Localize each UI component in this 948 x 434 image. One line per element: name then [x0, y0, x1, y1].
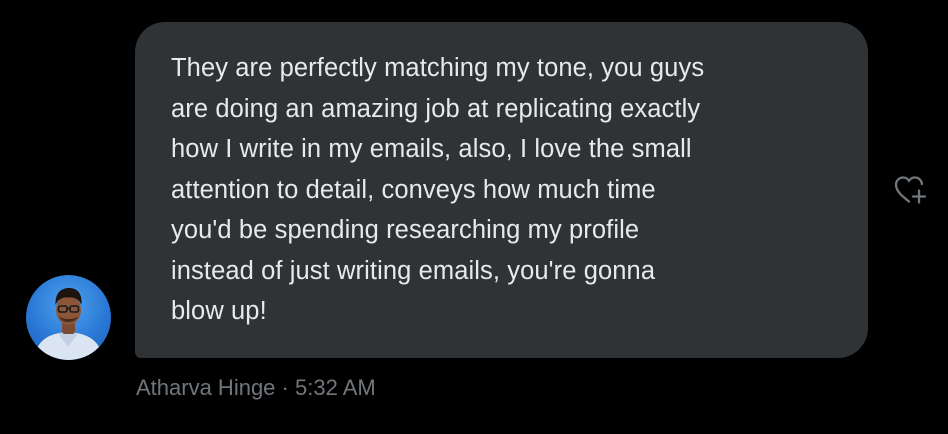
- message-bubble[interactable]: They are perfectly matching my tone, you…: [135, 22, 868, 358]
- sender-name[interactable]: Atharva Hinge: [136, 375, 275, 400]
- message-line: blow up!: [171, 297, 267, 325]
- message-text: They are perfectly matching my tone, you…: [171, 48, 832, 332]
- avatar-portrait-icon: [34, 288, 103, 360]
- message-time: 5:32 AM: [294, 375, 376, 400]
- message-line: instead of just writing emails, you're g…: [171, 256, 656, 285]
- message-line: how I write in my emails, also, I love t…: [171, 135, 692, 163]
- meta-separator: ·: [275, 375, 295, 400]
- add-reaction-button[interactable]: [892, 173, 928, 207]
- message-meta: Atharva Hinge · 5:32 AM: [136, 373, 376, 403]
- message-line: you'd be spending researching my profile: [171, 216, 640, 244]
- message-line: They are perfectly matching my tone, you…: [171, 54, 705, 82]
- heart-plus-icon: [894, 176, 927, 204]
- dm-thread: They are perfectly matching my tone, you…: [0, 0, 948, 434]
- message-line: are doing an amazing job at replicating …: [171, 94, 701, 123]
- sender-avatar[interactable]: [26, 275, 111, 360]
- message-line: attention to detail, conveys how much ti…: [171, 175, 656, 204]
